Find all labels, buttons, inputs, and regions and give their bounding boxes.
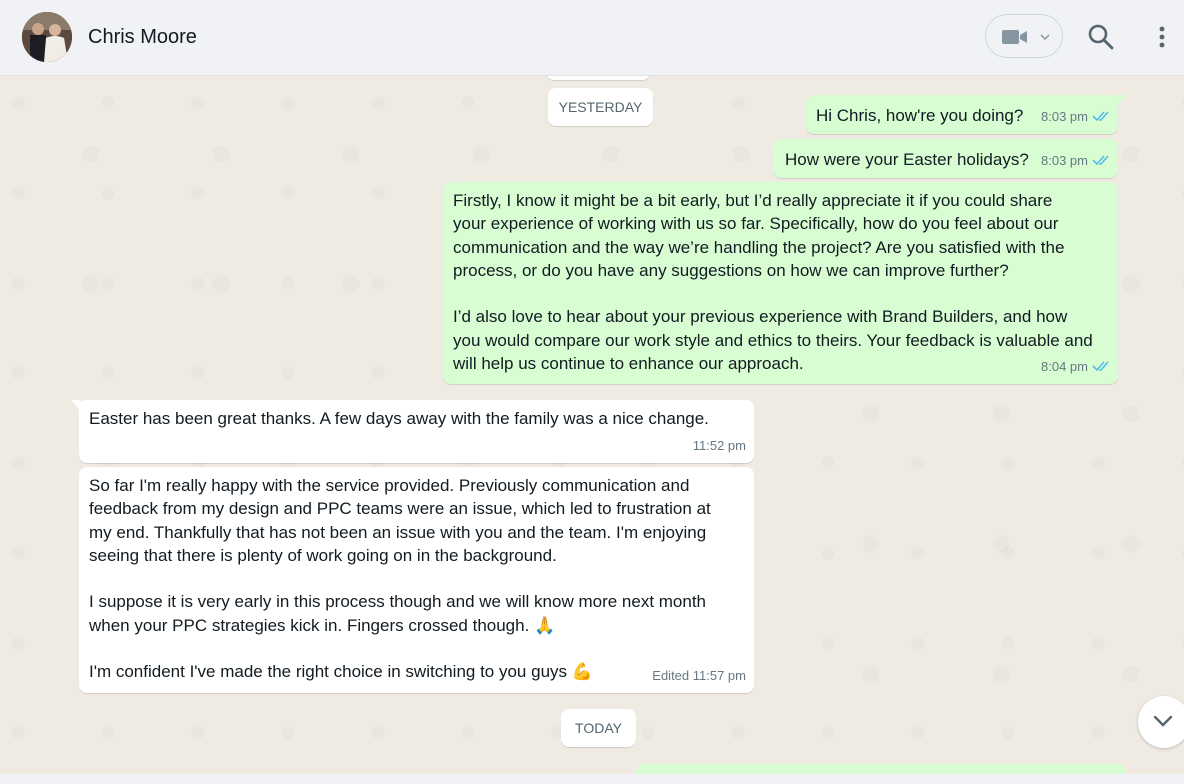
message-meta: 8:03 pm [1041, 149, 1110, 172]
message-list[interactable]: YESTERDAY Hi Chris, how're you doing? 8:… [0, 76, 1184, 784]
message-meta: 8:04 pm [1041, 355, 1110, 378]
day-divider-yesterday: YESTERDAY [548, 88, 653, 126]
message-time: 8:03 pm [1041, 152, 1088, 168]
message-time: Edited 11:57 pm [652, 667, 746, 683]
message-text: Firstly, I know it might be a bit early,… [453, 191, 1093, 374]
message-meta: Edited 11:57 pm [652, 664, 746, 687]
scroll-to-bottom-button[interactable] [1138, 696, 1184, 748]
message-time: 8:03 pm [1041, 108, 1088, 124]
message-meta: 8:03 pm [1041, 105, 1110, 128]
message-bubble-outgoing[interactable]: How were your Easter holidays? 8:03 pm [773, 139, 1118, 178]
chevron-down-icon [1040, 34, 1050, 41]
message-time: 11:52 pm [692, 437, 746, 453]
day-divider-previous [546, 76, 650, 80]
chevron-down-icon [1153, 715, 1173, 727]
contact-name[interactable]: Chris Moore [88, 26, 197, 49]
message-bubble-incoming[interactable]: Easter has been great thanks. A few days… [71, 400, 754, 463]
message-text: Easter has been great thanks. A few days… [89, 409, 709, 428]
read-ticks-icon [1092, 361, 1109, 372]
contact-avatar[interactable] [22, 12, 72, 62]
search-icon[interactable] [1086, 22, 1116, 52]
more-vertical-icon[interactable] [1152, 22, 1172, 52]
read-ticks-icon [1092, 155, 1109, 166]
video-call-button[interactable] [985, 14, 1063, 58]
chat-header: Chris Moore [0, 0, 1184, 76]
message-meta: 11:52 pm [693, 434, 746, 457]
message-text: How were your Easter holidays? [785, 150, 1029, 169]
message-time: 8:04 pm [1041, 358, 1088, 374]
day-divider-today: TODAY [561, 709, 636, 747]
video-camera-icon [1002, 30, 1027, 44]
message-text: Hi Chris, how're you doing? [816, 106, 1024, 125]
message-bubble-outgoing[interactable]: Hi Chris, how're you doing? 8:03 pm [806, 95, 1126, 134]
message-bubble-incoming[interactable]: So far I'm really happy with the service… [79, 467, 754, 693]
composer-bar-edge [0, 774, 1184, 784]
message-bubble-outgoing[interactable]: Firstly, I know it might be a bit early,… [443, 182, 1118, 384]
message-text: So far I'm really happy with the service… [89, 476, 711, 682]
read-ticks-icon [1092, 111, 1109, 122]
